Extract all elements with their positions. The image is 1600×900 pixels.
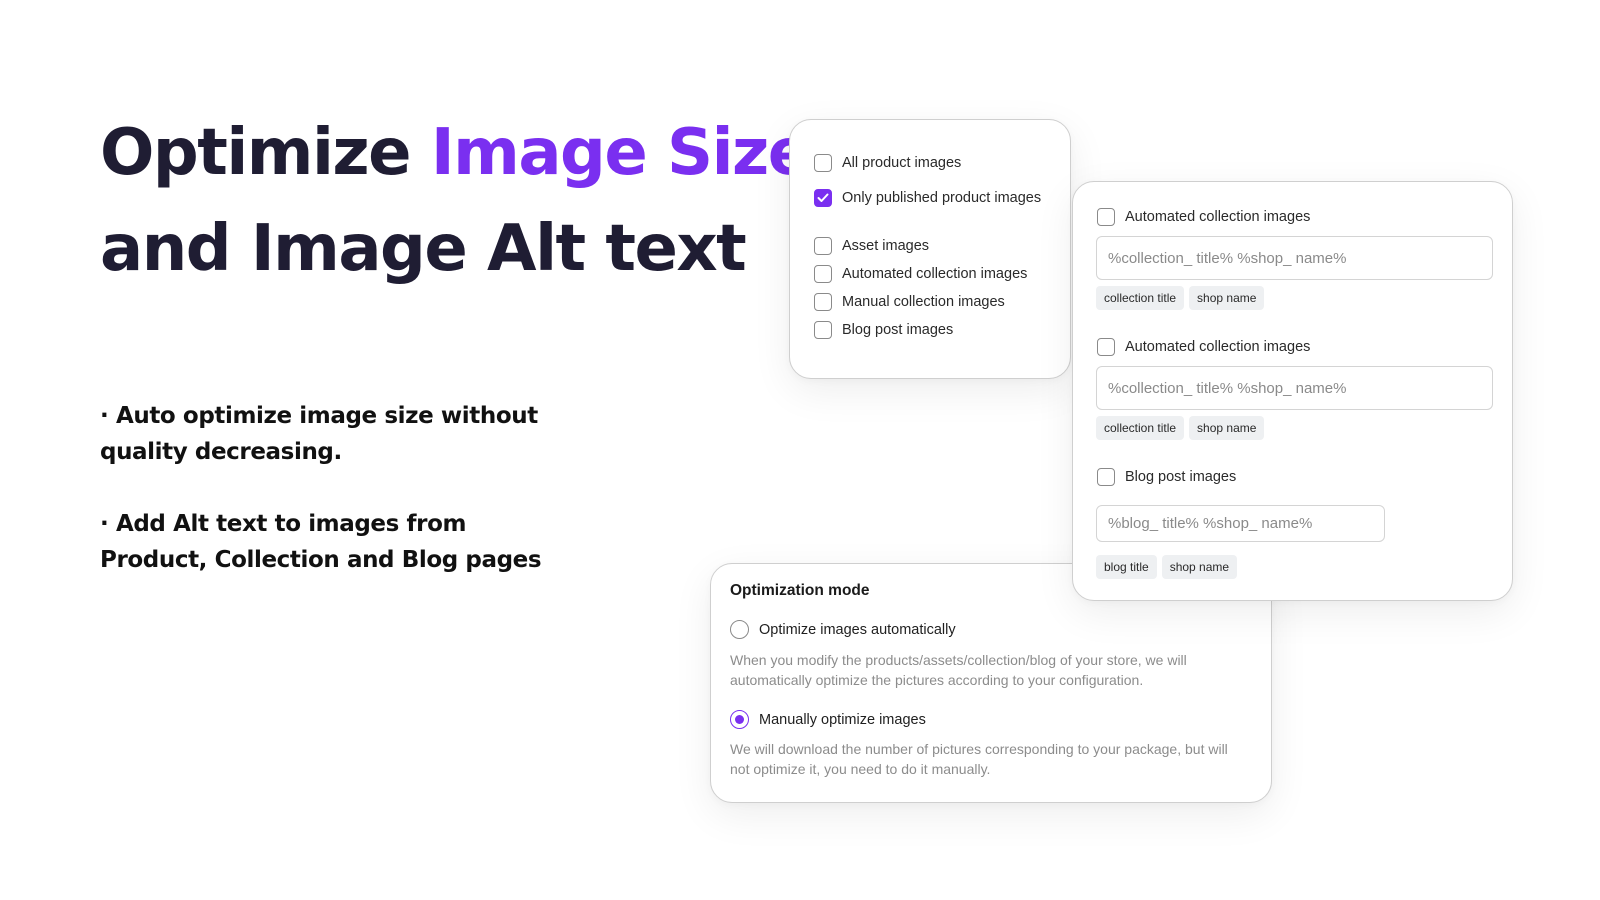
option-label: All product images — [842, 155, 962, 171]
radio-button[interactable] — [730, 710, 749, 729]
feature-bullets: · Auto optimize image size without quali… — [100, 398, 570, 578]
radio-optimize-automatically[interactable]: Optimize images automatically — [730, 620, 956, 639]
radio-description: We will download the number of pictures … — [730, 741, 1228, 777]
radio-button[interactable] — [730, 620, 749, 639]
option-all-product-images[interactable]: All product images — [814, 154, 961, 172]
option-blog-post-images[interactable]: Blog post images — [814, 321, 953, 339]
checkbox[interactable] — [814, 237, 832, 255]
section-label: Blog post images — [1125, 469, 1237, 485]
option-automated-collection-images[interactable]: Automated collection images — [814, 265, 1027, 283]
alt-template-input[interactable]: %collection_ title% %shop_ name% — [1096, 366, 1493, 410]
variable-tag[interactable]: shop name — [1189, 286, 1265, 310]
option-label: Blog post images — [842, 322, 954, 338]
checkbox[interactable] — [814, 189, 832, 207]
image-scope-panel: All product images Only published produc… — [789, 119, 1071, 379]
feature-bullet: · Add Alt text to images from Product, C… — [100, 511, 542, 573]
hero-title-line2: and Image Alt text — [100, 212, 747, 286]
variable-tag[interactable]: collection title — [1096, 286, 1185, 310]
option-only-published-product-images[interactable]: Only published product images — [814, 189, 1041, 207]
radio-manually-optimize[interactable]: Manually optimize images — [730, 710, 926, 729]
variable-tag[interactable]: collection title — [1096, 416, 1185, 440]
checkbox[interactable] — [814, 321, 832, 339]
alt-section-blog-post[interactable]: Blog post images — [1097, 468, 1236, 486]
tag-row: blog title shop name — [1096, 555, 1238, 579]
option-label: Manual collection images — [842, 294, 1005, 310]
checkbox[interactable] — [1097, 208, 1115, 226]
option-label: Asset images — [842, 238, 930, 254]
option-manual-collection-images[interactable]: Manual collection images — [814, 293, 1005, 311]
variable-tag[interactable]: blog title — [1096, 555, 1157, 579]
radio-description: When you modify the products/assets/coll… — [730, 652, 1187, 688]
tag-row: collection title shop name — [1096, 416, 1265, 440]
hero-title-plain: Optimize — [100, 116, 431, 190]
option-label: Automated collection images — [842, 266, 1028, 282]
checkbox[interactable] — [1097, 468, 1115, 486]
variable-tag[interactable]: shop name — [1189, 416, 1265, 440]
hero-title-accent: Image Size — [430, 116, 811, 190]
alt-template-input[interactable]: %collection_ title% %shop_ name% — [1096, 236, 1493, 280]
section-label: Automated collection images — [1125, 339, 1311, 355]
alt-template-input[interactable]: %blog_ title% %shop_ name% — [1096, 505, 1385, 542]
alt-section-automated-collection[interactable]: Automated collection images — [1097, 208, 1310, 226]
section-label: Automated collection images — [1125, 209, 1311, 225]
radio-label: Optimize images automatically — [759, 621, 956, 638]
tag-row: collection title shop name — [1096, 286, 1265, 310]
variable-tag[interactable]: shop name — [1161, 555, 1238, 579]
option-asset-images[interactable]: Asset images — [814, 237, 929, 255]
option-label: Only published product images — [842, 190, 1042, 206]
optimization-mode-title: Optimization mode — [730, 582, 870, 599]
checkbox[interactable] — [814, 293, 832, 311]
checkbox[interactable] — [814, 154, 832, 172]
alt-section-automated-collection-2[interactable]: Automated collection images — [1097, 338, 1310, 356]
checkbox[interactable] — [1097, 338, 1115, 356]
checkmark-icon — [817, 193, 829, 202]
alt-text-panel: Automated collection images %collection_… — [1072, 181, 1513, 601]
checkbox[interactable] — [814, 265, 832, 283]
hero-title: Optimize Image Size and Image Alt text — [100, 105, 811, 297]
radio-label: Manually optimize images — [759, 711, 926, 728]
feature-bullet: · Auto optimize image size without quali… — [100, 403, 538, 465]
